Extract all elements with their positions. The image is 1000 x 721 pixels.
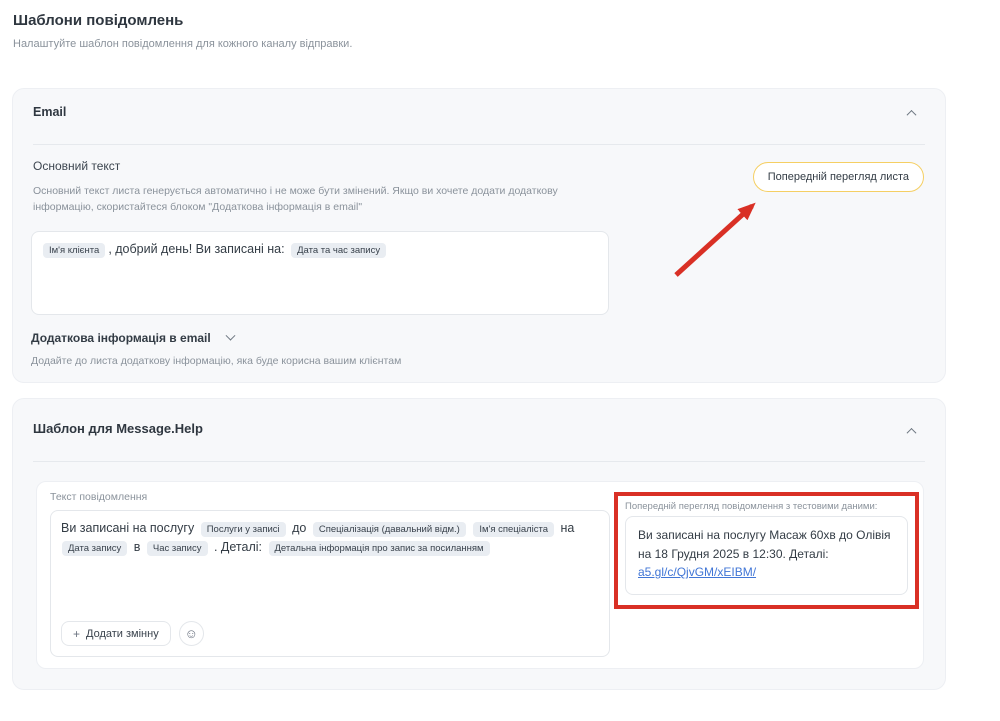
- extra-info-title: Додаткова інформація в email: [31, 331, 211, 345]
- email-card-title: Email: [33, 105, 66, 119]
- message-preview-box: Ви записані на послугу Масаж 60хв до Олі…: [625, 516, 908, 595]
- main-text-title: Основний текст: [33, 159, 120, 173]
- message-card-title: Шаблон для Message.Help: [33, 421, 203, 436]
- divider: [33, 461, 925, 462]
- message-editor-label: Текст повідомлення: [50, 491, 147, 503]
- template-text: , добрий день! Ви записані на:: [108, 242, 284, 256]
- template-text: на: [561, 521, 575, 535]
- extra-info-description: Додайте до листа додаткову інформацію, я…: [31, 355, 401, 367]
- template-text: до: [292, 521, 306, 535]
- page-subtitle: Налаштуйте шаблон повідомлення для кожно…: [13, 38, 352, 50]
- variable-chip-specialization[interactable]: Спеціалізація (давальний відм.): [313, 522, 466, 537]
- message-preview-link[interactable]: a5.gl/c/QjvGM/xEIBM/: [638, 565, 756, 579]
- variable-chip-record-date[interactable]: Дата запису: [62, 541, 127, 556]
- message-preview-text: Ви записані на послугу Масаж 60хв до Олі…: [638, 528, 891, 561]
- variable-chip-client-name: Ім'я клієнта: [43, 243, 105, 258]
- add-variable-label: Додати змінну: [86, 628, 159, 640]
- annotation-highlight-box: Попередній перегляд повідомлення з тесто…: [614, 492, 919, 609]
- email-template-card: Email Основний текст Основний текст лист…: [12, 88, 946, 383]
- chevron-up-icon: [906, 109, 916, 119]
- message-text-editor[interactable]: Ви записані на послугу Послуги у записі …: [50, 510, 610, 657]
- template-text: в: [134, 540, 141, 554]
- email-body-readonly-editor: Ім'я клієнта, добрий день! Ви записані н…: [31, 231, 609, 315]
- divider: [33, 144, 925, 145]
- smiley-icon: ☺: [185, 626, 198, 641]
- message-preview-label: Попередній перегляд повідомлення з тесто…: [625, 501, 908, 512]
- message-help-template-card: Шаблон для Message.Help Текст повідомлен…: [12, 398, 946, 690]
- main-text-description: Основний текст листа генерується автомат…: [33, 183, 611, 216]
- variable-chip-specialist-name[interactable]: Ім'я спеціаліста: [473, 522, 554, 537]
- chevron-up-icon: [906, 427, 916, 437]
- variable-chip-record-details-link[interactable]: Детальна інформація про запис за посилан…: [269, 541, 490, 556]
- template-text: Ви записані на послугу: [61, 521, 194, 535]
- variable-chip-datetime: Дата та час запису: [291, 243, 386, 258]
- chevron-down-icon: [225, 330, 235, 340]
- variable-chip-services[interactable]: Послуги у записі: [201, 522, 286, 537]
- emoji-picker-button[interactable]: ☺: [179, 621, 204, 646]
- variable-chip-record-time[interactable]: Час запису: [147, 541, 208, 556]
- message-editor-panel: Текст повідомлення Ви записані на послуг…: [36, 481, 924, 669]
- add-variable-button[interactable]: + Додати змінну: [61, 621, 171, 646]
- editor-toolbar: + Додати змінну ☺: [61, 621, 204, 646]
- email-collapse-button[interactable]: [903, 105, 919, 121]
- template-text: . Деталі:: [214, 540, 262, 554]
- plus-icon: +: [73, 627, 80, 641]
- page-title: Шаблони повідомлень: [13, 12, 183, 29]
- email-preview-button[interactable]: Попередній перегляд листа: [753, 162, 924, 192]
- extra-info-toggle[interactable]: Додаткова інформація в email: [31, 331, 234, 345]
- message-collapse-button[interactable]: [903, 423, 919, 439]
